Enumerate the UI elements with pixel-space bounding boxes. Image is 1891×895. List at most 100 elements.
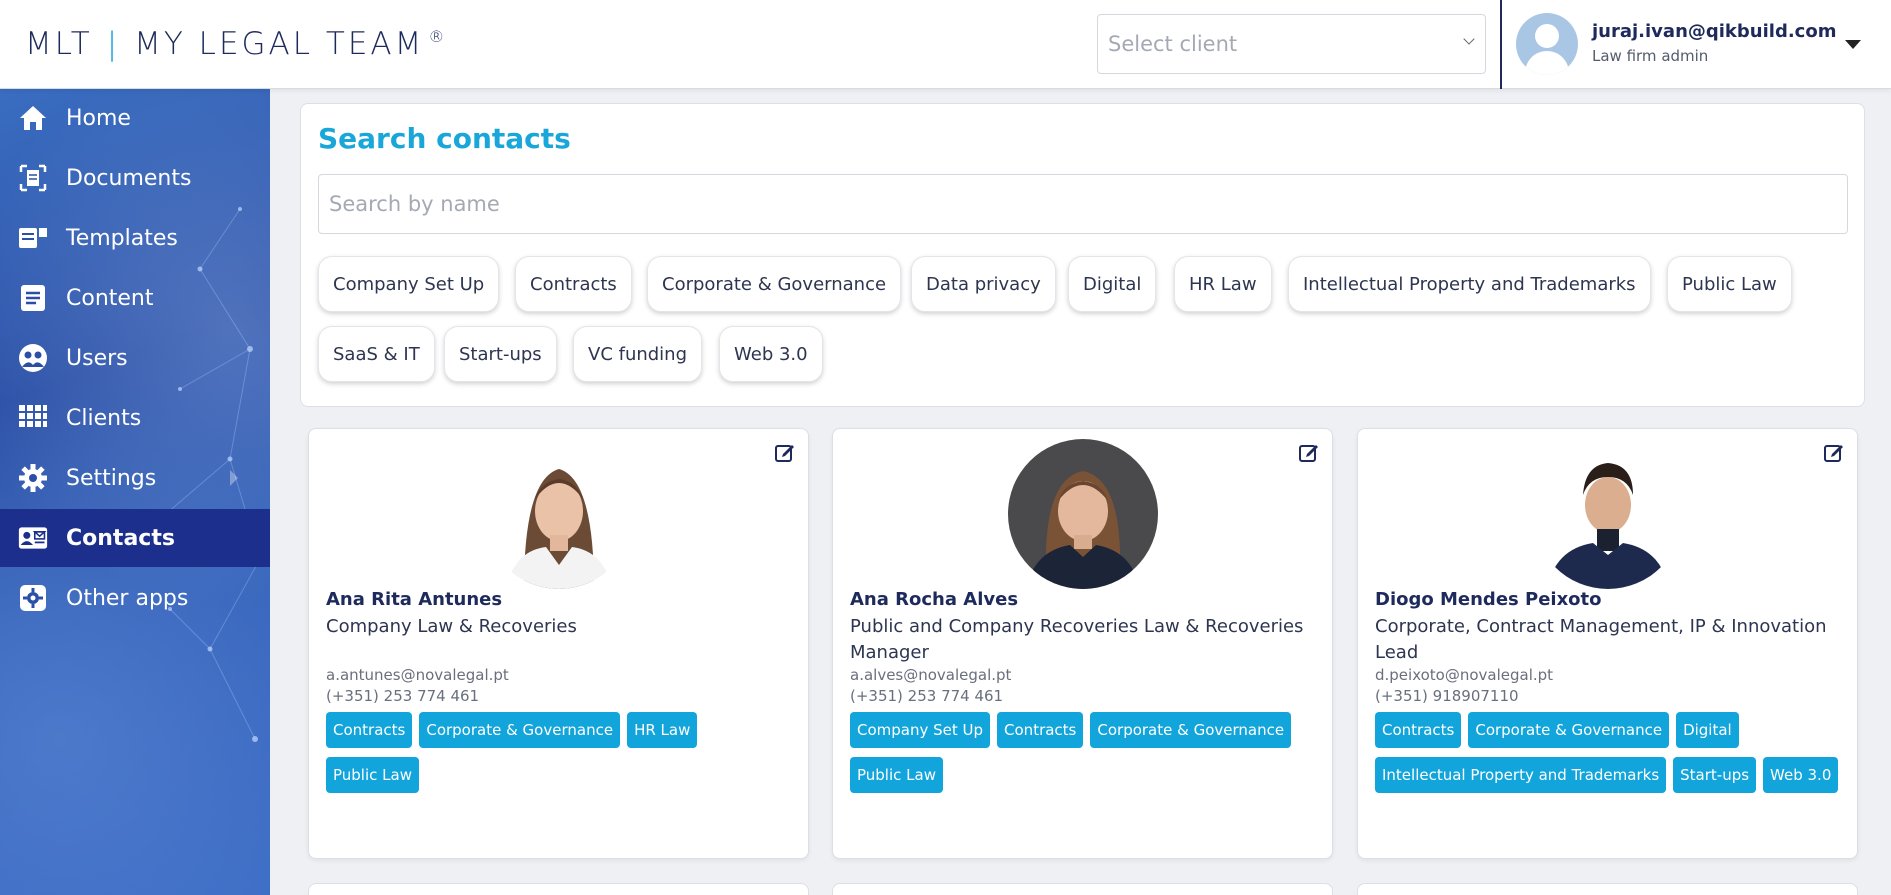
sidebar-item-documents[interactable]: Documents xyxy=(0,149,270,207)
filter-tag-public-law[interactable]: Public Law xyxy=(1667,256,1792,312)
contact-tag: Public Law xyxy=(326,757,419,793)
sidebar-item-label: Clients xyxy=(66,405,142,431)
contact-tag: Start-ups xyxy=(1673,757,1757,793)
user-email[interactable]: juraj.ivan@qikbuild.com xyxy=(1592,21,1836,42)
contact-tag: Public Law xyxy=(850,757,943,793)
contact-tags: Company Set Up Contracts Corporate & Gov… xyxy=(850,712,1320,793)
filter-tag-vc-funding[interactable]: VC funding xyxy=(573,326,703,382)
sidebar-item-settings[interactable]: Settings xyxy=(0,449,270,507)
logo-separator: | xyxy=(106,26,121,62)
contact-name[interactable]: Ana Rocha Alves xyxy=(850,589,1018,610)
filter-tag-data-privacy[interactable]: Data privacy xyxy=(911,256,1056,312)
sidebar-item-content[interactable]: Content xyxy=(0,269,270,327)
documents-icon xyxy=(18,163,48,193)
sidebar-item-label: Users xyxy=(66,345,128,371)
sidebar-item-other-apps[interactable]: Other apps xyxy=(0,569,270,627)
user-menu-caret-icon[interactable] xyxy=(1845,40,1861,49)
contact-tag: Web 3.0 xyxy=(1763,757,1839,793)
sidebar-item-label: Templates xyxy=(66,225,178,251)
contact-tag: Corporate & Governance xyxy=(1468,712,1670,748)
filter-tag-saas-it[interactable]: SaaS & IT xyxy=(318,326,435,382)
contact-email[interactable]: d.peixoto@novalegal.pt xyxy=(1375,666,1553,684)
avatar-body-shape xyxy=(1525,51,1569,75)
contact-role: Corporate, Contract Management, IP & Inn… xyxy=(1375,616,1827,663)
contact-photo xyxy=(484,439,634,589)
sidebar-item-label: Documents xyxy=(66,165,192,191)
chevron-down-icon xyxy=(1463,33,1475,45)
sidebar-item-label: Contacts xyxy=(66,525,175,551)
sidebar-item-label: Content xyxy=(66,285,154,311)
settings-icon xyxy=(18,463,48,493)
sidebar-item-label: Home xyxy=(66,105,131,131)
contact-tag: Digital xyxy=(1676,712,1739,748)
contact-email[interactable]: a.alves@novalegal.pt xyxy=(850,666,1011,684)
filter-tag-corporate-governance[interactable]: Corporate & Governance xyxy=(647,256,902,312)
logo-full: MY LEGAL TEAM xyxy=(134,26,425,62)
contact-tag: Corporate & Governance xyxy=(419,712,621,748)
logo-registered: ® xyxy=(428,26,448,46)
user-avatar[interactable] xyxy=(1516,13,1578,75)
contact-tags: Contracts Corporate & Governance Digital… xyxy=(1375,712,1845,793)
content-icon xyxy=(18,283,48,313)
header-divider xyxy=(1500,0,1502,89)
contact-card-partial xyxy=(308,883,809,895)
contact-phone: (+351) 918907110 xyxy=(1375,687,1519,705)
client-select[interactable]: Select client xyxy=(1097,14,1486,74)
avatar-head-shape xyxy=(1535,24,1559,48)
home-icon xyxy=(18,103,48,133)
contact-name[interactable]: Diogo Mendes Peixoto xyxy=(1375,589,1602,610)
contact-tag: Corporate & Governance xyxy=(1090,712,1292,748)
filter-tag-company-set-up[interactable]: Company Set Up xyxy=(318,256,500,312)
contact-email[interactable]: a.antunes@novalegal.pt xyxy=(326,666,509,684)
edit-icon[interactable] xyxy=(774,441,796,463)
sidebar-item-users[interactable]: Users xyxy=(0,329,270,387)
contact-phone: (+351) 253 774 461 xyxy=(850,687,1004,705)
contact-tags: Contracts Corporate & Governance HR Law … xyxy=(326,712,796,793)
contact-card: Ana Rocha Alves Public and Company Recov… xyxy=(832,428,1333,859)
filter-tag-hr-law[interactable]: HR Law xyxy=(1174,256,1272,312)
other-apps-icon xyxy=(18,583,48,613)
filter-tag-contracts[interactable]: Contracts xyxy=(515,256,632,312)
contact-tag: Contracts xyxy=(1375,712,1462,748)
sidebar-item-label: Other apps xyxy=(66,585,189,611)
contact-role: Company Law & Recoveries xyxy=(326,616,577,637)
templates-icon xyxy=(18,223,48,253)
edit-icon[interactable] xyxy=(1298,441,1320,463)
contact-card-partial xyxy=(1357,883,1858,895)
sidebar-item-templates[interactable]: Templates xyxy=(0,209,270,267)
page-title: Search contacts xyxy=(318,122,571,155)
search-input[interactable] xyxy=(318,174,1848,234)
filter-tag-web3[interactable]: Web 3.0 xyxy=(719,326,823,382)
sidebar-item-home[interactable]: Home xyxy=(0,89,270,147)
users-icon xyxy=(18,343,48,373)
filter-tag-start-ups[interactable]: Start-ups xyxy=(444,326,557,382)
sidebar-item-contacts[interactable]: Contacts xyxy=(0,509,270,567)
sidebar-item-clients[interactable]: Clients xyxy=(0,389,270,447)
contact-photo xyxy=(1533,439,1683,589)
contact-card-partial xyxy=(832,883,1333,895)
contact-name[interactable]: Ana Rita Antunes xyxy=(326,589,502,610)
contact-tag: Contracts xyxy=(326,712,413,748)
search-contacts-panel: Search contacts Company Set Up Contracts… xyxy=(300,103,1865,407)
contact-photo xyxy=(1008,439,1158,589)
sidebar: Home Documents Templates Content Users C… xyxy=(0,89,270,895)
contact-phone: (+351) 253 774 461 xyxy=(326,687,480,705)
contact-tag: Intellectual Property and Trademarks xyxy=(1375,757,1667,793)
clients-icon xyxy=(18,403,48,433)
contact-role: Public and Company Recoveries Law & Reco… xyxy=(850,616,1304,663)
contact-tag: HR Law xyxy=(627,712,698,748)
sidebar-item-label: Settings xyxy=(66,465,157,491)
contact-card: Diogo Mendes Peixoto Corporate, Contract… xyxy=(1357,428,1858,859)
top-header: MLT | MY LEGAL TEAM ® Select client jura… xyxy=(0,0,1891,89)
edit-icon[interactable] xyxy=(1823,441,1845,463)
contacts-icon xyxy=(18,523,48,553)
logo-short: MLT xyxy=(25,26,93,62)
filter-tag-digital[interactable]: Digital xyxy=(1068,256,1157,312)
filter-tag-intellectual-property[interactable]: Intellectual Property and Trademarks xyxy=(1288,256,1651,312)
contact-tag: Company Set Up xyxy=(850,712,991,748)
contact-card: Ana Rita Antunes Company Law & Recoverie… xyxy=(308,428,809,859)
contact-tag: Contracts xyxy=(997,712,1084,748)
client-select-placeholder: Select client xyxy=(1108,32,1238,56)
app-logo[interactable]: MLT | MY LEGAL TEAM ® xyxy=(25,22,447,66)
chevron-right-icon xyxy=(230,470,238,486)
